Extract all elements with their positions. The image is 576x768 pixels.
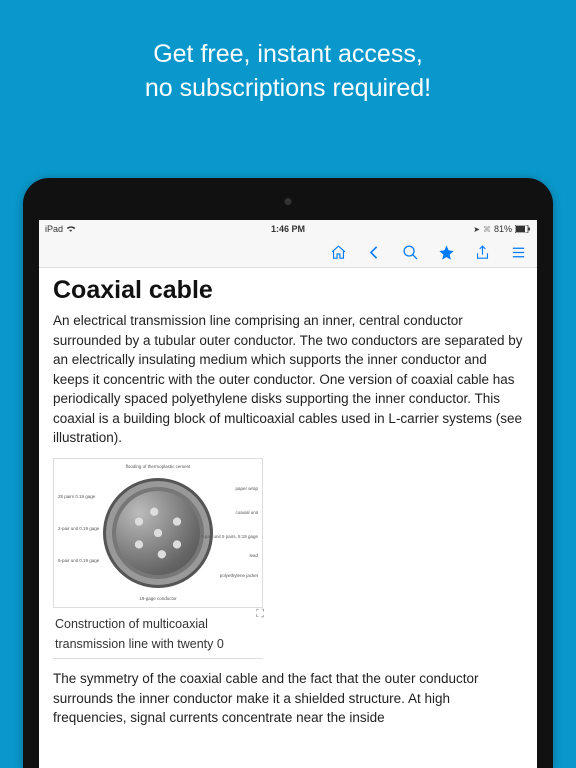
location-icon: ➤ — [473, 225, 480, 234]
search-button[interactable] — [401, 244, 419, 262]
figure-label-r1: paper wrap — [235, 487, 258, 492]
device-mockup: iPad 1:46 PM ➤ ⌘ 81% — [23, 178, 553, 768]
favorite-button[interactable] — [437, 244, 455, 262]
back-button[interactable] — [365, 244, 383, 262]
status-bar: iPad 1:46 PM ➤ ⌘ 81% — [39, 220, 537, 238]
article-paragraph-1: An electrical transmission line comprisi… — [53, 311, 523, 448]
figure-label-l3: 5-pair unit 0.19 gage — [58, 559, 99, 564]
figure-caption: Construction of multicoaxial transmissio… — [53, 608, 263, 659]
figure-label-top: flooding of thermoplastic cement — [126, 465, 191, 470]
carrier-label: iPad — [45, 224, 63, 234]
figure-block: flooding of thermoplastic cement 25 pair… — [53, 458, 263, 659]
share-button[interactable] — [473, 244, 491, 262]
status-right: ➤ ⌘ 81% — [473, 224, 531, 234]
device-frame: iPad 1:46 PM ➤ ⌘ 81% — [23, 178, 553, 768]
article-content[interactable]: Coaxial cable An electrical transmission… — [39, 268, 537, 768]
figure-label-r4: lead — [249, 554, 258, 559]
figure-label-r5: polyethylene jacket — [220, 574, 258, 579]
battery-icon — [515, 225, 531, 233]
menu-button[interactable] — [509, 244, 527, 262]
promo-headline: Get free, instant access, no subscriptio… — [0, 0, 576, 136]
expand-icon[interactable]: ⛶ — [256, 608, 264, 621]
status-time: 1:46 PM — [271, 224, 305, 234]
device-screen: iPad 1:46 PM ➤ ⌘ 81% — [39, 220, 537, 768]
figure-label-r3: 7-pair unit 5 pairs, 5:19 gage — [201, 535, 258, 540]
article-paragraph-2: The symmetry of the coaxial cable and th… — [53, 669, 523, 728]
figure-label-l2: 2-pair unit 0.19 gage — [58, 527, 99, 532]
cable-cross-section-graphic — [103, 478, 213, 588]
promo-line-2: no subscriptions required! — [145, 74, 431, 102]
nav-bar — [39, 238, 537, 268]
battery-label: 81% — [494, 224, 512, 234]
home-button[interactable] — [329, 244, 347, 262]
promo-line-1: Get free, instant access, — [153, 40, 423, 68]
figure-label-bottom: 19-gage conductor — [139, 597, 177, 602]
figure-label-r2: coaxial unit — [235, 511, 258, 516]
article-title: Coaxial cable — [53, 276, 523, 305]
figure-image[interactable]: flooding of thermoplastic cement 25 pair… — [53, 458, 263, 608]
bluetooth-icon: ⌘ — [483, 225, 491, 234]
status-left: iPad — [45, 224, 77, 234]
figure-label-l1: 25 pairs 0.19 gage — [58, 495, 95, 500]
wifi-icon — [66, 225, 77, 233]
